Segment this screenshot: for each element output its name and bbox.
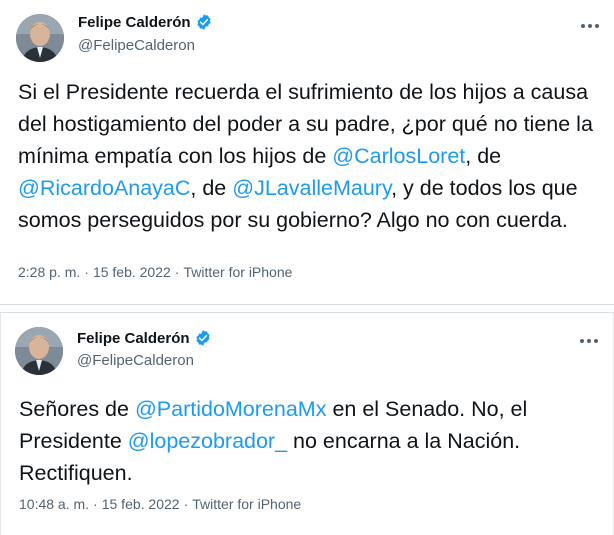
meta-separator: · <box>183 496 189 512</box>
tweet-meta: 2:28 p. m. · 15 feb. 2022 · Twitter for iPho… <box>18 264 292 280</box>
tweet-date[interactable]: 15 feb. 2022 <box>93 264 171 280</box>
tweet-text-segment: Señores de <box>19 397 135 421</box>
tweet-source[interactable]: Twitter for iPhone <box>183 264 292 280</box>
tweet-card-2[interactable]: Felipe Calderón @FelipeCalderon Señores … <box>0 312 614 535</box>
user-handle[interactable]: @FelipeCalderon <box>78 37 195 54</box>
mention-link[interactable]: @JLavalleMaury <box>232 176 391 200</box>
user-handle[interactable]: @FelipeCalderon <box>77 352 194 369</box>
verified-badge-icon <box>196 14 211 30</box>
mention-link[interactable]: @PartidoMorenaMx <box>135 397 327 421</box>
tweet-text: Si el Presidente recuerda el sufrimiento… <box>18 76 596 236</box>
verified-badge-icon <box>195 330 210 346</box>
tweet-meta: 10:48 a. m. · 15 feb. 2022 · Twitter for iPh… <box>19 496 301 512</box>
meta-separator: · <box>84 264 89 280</box>
more-dots-icon[interactable] <box>580 16 600 36</box>
tweet-text-segment: Si el Presidente recuerda el sufrimiento… <box>18 80 593 168</box>
tweet-text: Señores de @PartidoMorenaMx en el Senado… <box>19 393 595 489</box>
display-name[interactable]: Felipe Calderón <box>78 14 191 31</box>
mention-link[interactable]: @RicardoAnayaC <box>18 176 190 200</box>
avatar[interactable] <box>16 14 64 62</box>
tweet-time[interactable]: 10:48 a. m. <box>19 496 89 512</box>
display-name[interactable]: Felipe Calderón <box>77 330 190 347</box>
avatar[interactable] <box>15 327 63 375</box>
mention-link[interactable]: @CarlosLoret <box>332 144 465 168</box>
tweet-time[interactable]: 2:28 p. m. <box>18 264 80 280</box>
tweet-card-1[interactable]: Felipe Calderón @FelipeCalderon Si el Pr… <box>0 0 614 305</box>
tweet-text-segment: , de <box>465 144 502 168</box>
tweet-text-segment: , de <box>190 176 233 200</box>
tweet-date[interactable]: 15 feb. 2022 <box>102 496 180 512</box>
meta-separator: · <box>174 264 180 280</box>
meta-separator: · <box>93 496 98 512</box>
mention-link[interactable]: @lopezobrador_ <box>128 429 287 453</box>
tweet-source[interactable]: Twitter for iPhone <box>192 496 301 512</box>
more-dots-icon[interactable] <box>579 331 599 351</box>
